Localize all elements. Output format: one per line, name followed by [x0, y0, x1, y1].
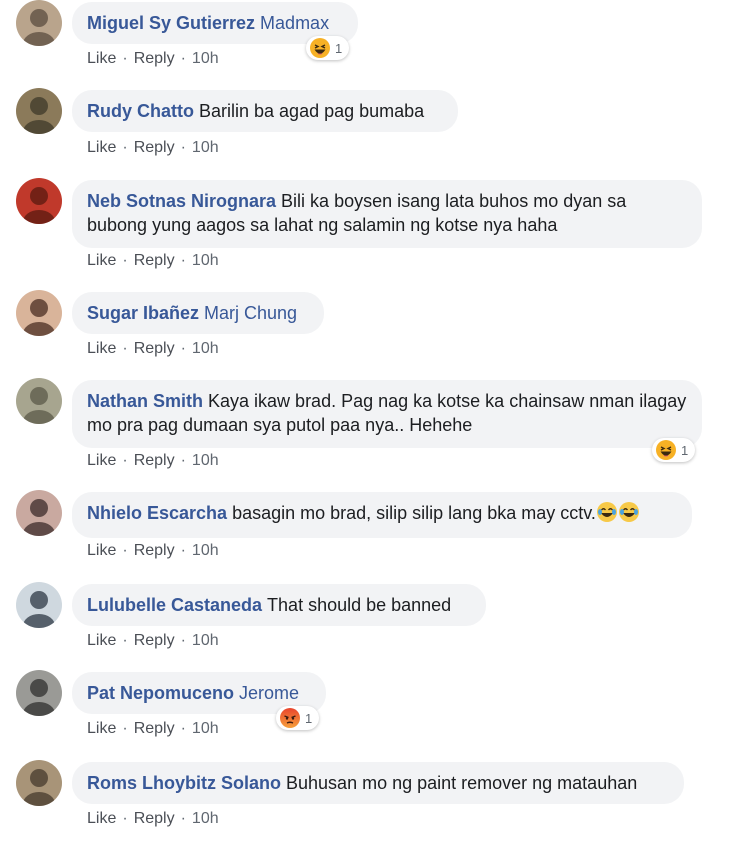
comment-actions: Like · Reply · 10h	[87, 452, 219, 470]
reaction-number: 1	[335, 40, 343, 56]
comment-bubble: Neb Sotnas Nirognara Bili ka boysen isang…	[72, 180, 702, 248]
laughing-emoji-icon	[596, 501, 618, 529]
comment-actions: Like · Reply · 10h	[87, 139, 219, 157]
like-link[interactable]: Like	[87, 810, 116, 827]
commenter-name-link[interactable]: Rudy Chatto	[87, 101, 194, 121]
comment-text: Buhusan mo ng paint remover ng matauhan	[286, 773, 638, 793]
like-link[interactable]: Like	[87, 452, 116, 469]
comment-text: Barilin ba agad pag bumaba	[199, 101, 425, 121]
angry-reaction-icon	[279, 707, 305, 729]
separator: ·	[122, 810, 128, 827]
comment-actions: Like · Reply · 10h	[87, 542, 219, 560]
comment-text: That should be banned	[267, 595, 452, 615]
comment-actions: Like · Reply · 10h	[87, 340, 219, 358]
commenter-name-link[interactable]: Roms Lhoybitz Solano	[87, 773, 281, 793]
avatar[interactable]	[16, 178, 62, 224]
like-link[interactable]: Like	[87, 50, 116, 67]
separator: ·	[180, 542, 186, 559]
separator: ·	[180, 252, 186, 269]
commenter-name-link[interactable]: Nathan Smith	[87, 391, 203, 411]
separator: ·	[180, 452, 186, 469]
comment-bubble: Nathan Smith Kaya ikaw brad. Pag nag ka k…	[72, 380, 702, 448]
haha-reaction-icon	[309, 37, 335, 59]
timestamp-link[interactable]: 10h	[192, 340, 219, 357]
comment-actions: Like · Reply · 10h	[87, 810, 219, 828]
reply-link[interactable]: Reply	[134, 452, 175, 469]
timestamp-link[interactable]: 10h	[192, 632, 219, 649]
commenter-name-link[interactable]: Nhielo Escarcha	[87, 503, 227, 523]
like-link[interactable]: Like	[87, 542, 116, 559]
haha-reaction-icon	[655, 439, 681, 461]
like-link[interactable]: Like	[87, 340, 116, 357]
commenter-name-link[interactable]: Miguel Sy Gutierrez	[87, 13, 255, 33]
timestamp-link[interactable]: 10h	[192, 810, 219, 827]
timestamp-link[interactable]: 10h	[192, 720, 219, 737]
commenter-name-link[interactable]: Sugar Ibañez	[87, 303, 199, 323]
avatar[interactable]	[16, 0, 62, 46]
separator: ·	[180, 810, 186, 827]
mention-link[interactable]: Jerome	[239, 683, 299, 703]
reaction-count[interactable]: 1	[306, 36, 350, 60]
comment-bubble: Lulubelle Castaneda That should be banned	[72, 584, 486, 626]
separator: ·	[122, 632, 128, 649]
separator: ·	[180, 632, 186, 649]
mention-link[interactable]: Marj Chung	[204, 303, 297, 323]
comment-bubble: Roms Lhoybitz Solano Buhusan mo ng paint …	[72, 762, 684, 804]
laughing-emoji-icon	[618, 501, 640, 529]
reply-link[interactable]: Reply	[134, 632, 175, 649]
reply-link[interactable]: Reply	[134, 340, 175, 357]
reply-link[interactable]: Reply	[134, 50, 175, 67]
avatar[interactable]	[16, 582, 62, 628]
timestamp-link[interactable]: 10h	[192, 50, 219, 67]
timestamp-link[interactable]: 10h	[192, 542, 219, 559]
avatar[interactable]	[16, 490, 62, 536]
avatar[interactable]	[16, 670, 62, 716]
separator: ·	[122, 340, 128, 357]
reaction-number: 1	[305, 710, 313, 726]
comment-text: basagin mo brad, silip silip lang bka ma…	[232, 503, 596, 523]
separator: ·	[122, 542, 128, 559]
separator: ·	[122, 139, 128, 156]
comment-actions: Like · Reply · 10h	[87, 720, 219, 738]
separator: ·	[122, 252, 128, 269]
separator: ·	[122, 720, 128, 737]
comment-bubble: Sugar Ibañez Marj Chung	[72, 292, 324, 334]
reaction-number: 1	[681, 442, 689, 458]
avatar[interactable]	[16, 290, 62, 336]
timestamp-link[interactable]: 10h	[192, 139, 219, 156]
timestamp-link[interactable]: 10h	[192, 252, 219, 269]
timestamp-link[interactable]: 10h	[192, 452, 219, 469]
avatar[interactable]	[16, 760, 62, 806]
reaction-count[interactable]: 1	[276, 706, 320, 730]
comment-actions: Like · Reply · 10h	[87, 50, 219, 68]
commenter-name-link[interactable]: Lulubelle Castaneda	[87, 595, 262, 615]
reply-link[interactable]: Reply	[134, 139, 175, 156]
reply-link[interactable]: Reply	[134, 810, 175, 827]
separator: ·	[180, 50, 186, 67]
separator: ·	[180, 720, 186, 737]
reply-link[interactable]: Reply	[134, 720, 175, 737]
commenter-name-link[interactable]: Pat Nepomuceno	[87, 683, 234, 703]
avatar[interactable]	[16, 88, 62, 134]
comment-bubble: Rudy Chatto Barilin ba agad pag bumaba	[72, 90, 458, 132]
reaction-count[interactable]: 1	[652, 438, 696, 462]
mention-link[interactable]: Madmax	[260, 13, 329, 33]
commenter-name-link[interactable]: Neb Sotnas Nirognara	[87, 191, 276, 211]
reply-link[interactable]: Reply	[134, 542, 175, 559]
comment-bubble: Nhielo Escarcha basagin mo brad, silip si…	[72, 492, 692, 538]
like-link[interactable]: Like	[87, 252, 116, 269]
separator: ·	[122, 50, 128, 67]
comment-actions: Like · Reply · 10h	[87, 632, 219, 650]
separator: ·	[180, 340, 186, 357]
comment-actions: Like · Reply · 10h	[87, 252, 219, 270]
like-link[interactable]: Like	[87, 139, 116, 156]
avatar[interactable]	[16, 378, 62, 424]
like-link[interactable]: Like	[87, 632, 116, 649]
separator: ·	[180, 139, 186, 156]
reply-link[interactable]: Reply	[134, 252, 175, 269]
separator: ·	[122, 452, 128, 469]
like-link[interactable]: Like	[87, 720, 116, 737]
